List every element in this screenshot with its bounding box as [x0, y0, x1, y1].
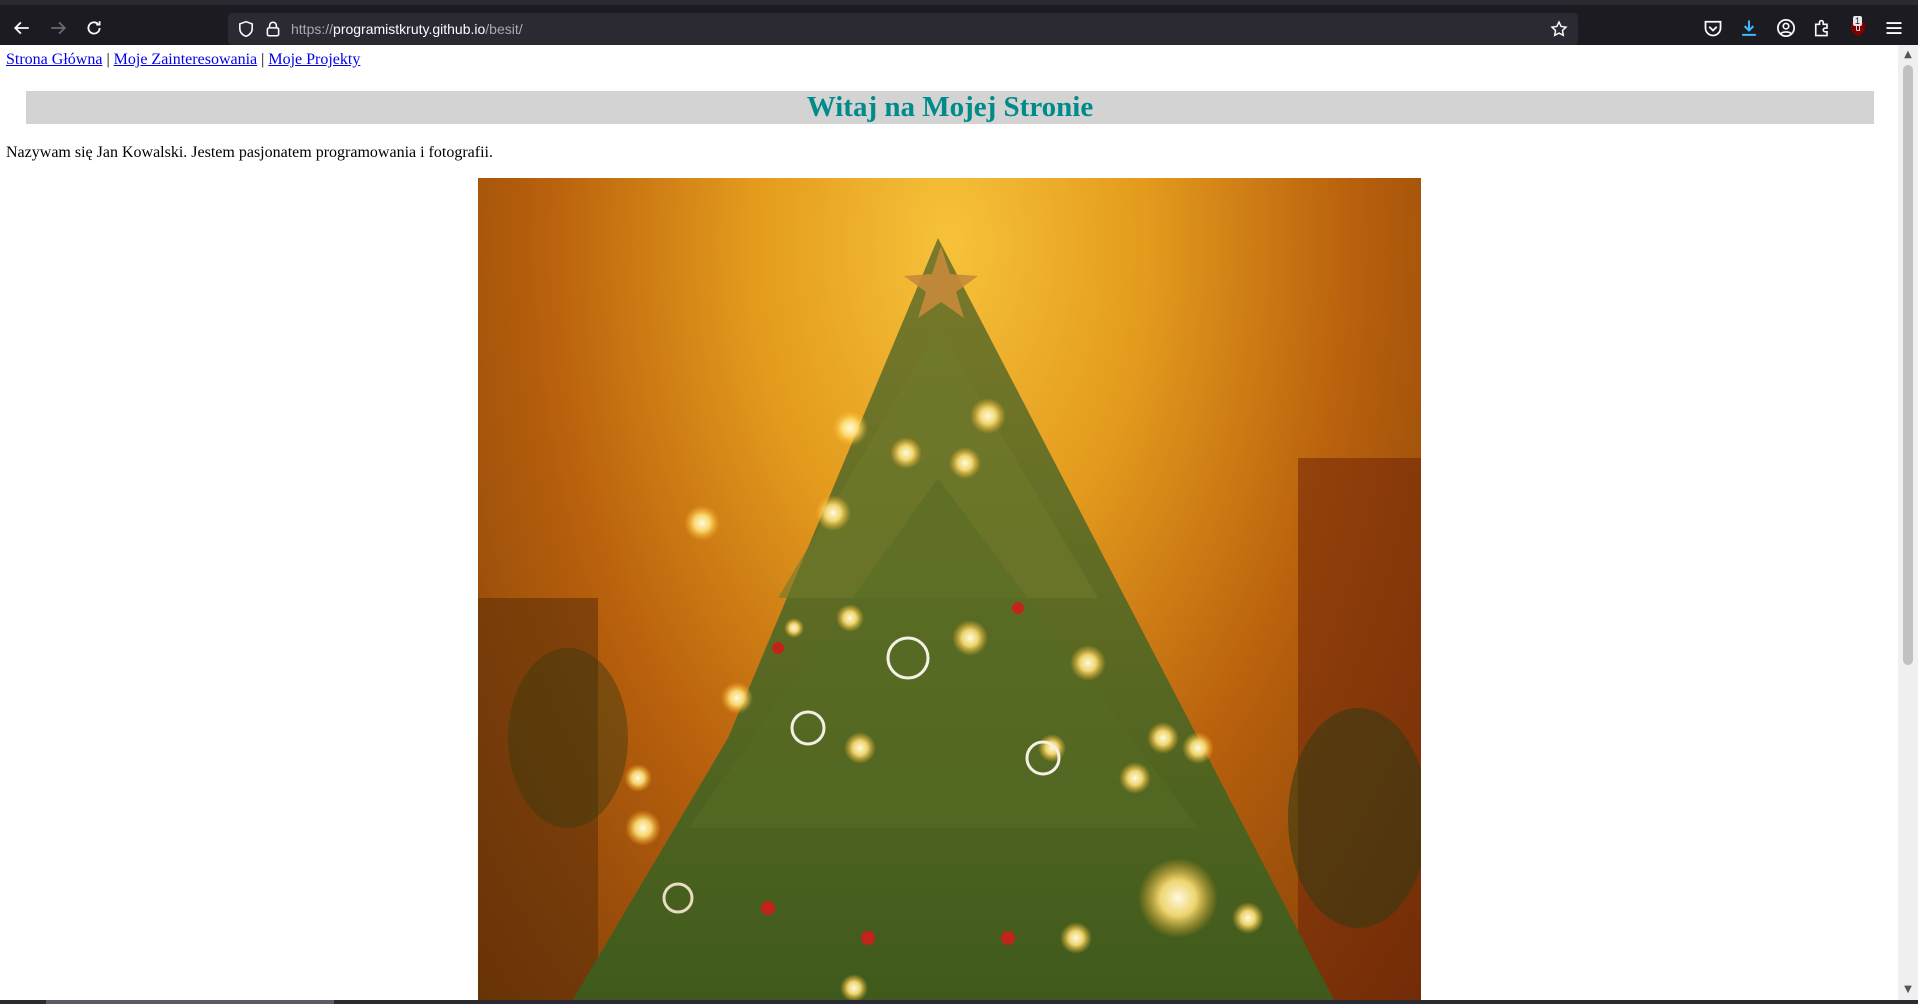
- download-icon: [1742, 20, 1756, 36]
- scroll-up-icon[interactable]: ▲: [1901, 48, 1915, 62]
- browser-toolbar: https://programistkruty.github.io/besit/…: [0, 0, 1918, 45]
- menu-button[interactable]: [1884, 18, 1904, 38]
- page-title: Witaj na Mojej Stronie: [806, 91, 1094, 123]
- scroll-down-icon[interactable]: ▼: [1901, 983, 1915, 997]
- back-arrow-icon: [13, 21, 29, 35]
- extensions-button[interactable]: [1812, 18, 1832, 38]
- forward-arrow-icon: [51, 21, 67, 35]
- hamburger-menu-icon: [1886, 22, 1902, 34]
- pocket-icon: [1704, 20, 1722, 37]
- address-bar[interactable]: https://programistkruty.github.io/besit/: [228, 13, 1578, 45]
- account-icon: [1777, 19, 1795, 37]
- bookmark-star-icon[interactable]: [1550, 20, 1568, 38]
- horizontal-scrollbar[interactable]: [0, 1000, 1918, 1004]
- vertical-scrollbar[interactable]: ▲ ▼: [1898, 45, 1918, 1000]
- horizontal-scrollbar-thumb[interactable]: [46, 1000, 334, 1004]
- nav-link-projects[interactable]: Moje Projekty: [268, 51, 360, 68]
- back-button[interactable]: [8, 14, 36, 42]
- christmas-tree-illustration: [478, 238, 1421, 1000]
- account-button[interactable]: [1776, 18, 1796, 38]
- intro-text: Nazywam się Jan Kowalski. Jestem pasjona…: [6, 144, 493, 161]
- url-scheme: https://: [291, 21, 334, 37]
- christmas-tree-photo: [478, 178, 1421, 1000]
- site-nav: Strona Główna | Moje Zainteresowania | M…: [6, 51, 360, 69]
- lock-icon[interactable]: [264, 20, 282, 38]
- scrollbar-thumb[interactable]: [1903, 65, 1913, 665]
- pocket-button[interactable]: [1703, 18, 1723, 38]
- page-header: Witaj na Mojej Stronie: [26, 91, 1874, 124]
- puzzle-icon: [1814, 19, 1828, 37]
- nav-separator: |: [257, 51, 269, 68]
- nav-link-interests[interactable]: Moje Zainteresowania: [114, 51, 258, 68]
- nav-separator: |: [102, 51, 114, 68]
- reload-icon: [87, 21, 101, 35]
- forward-button[interactable]: [44, 14, 72, 42]
- url-text[interactable]: https://programistkruty.github.io/besit/: [291, 21, 523, 37]
- url-path: /besit/: [485, 21, 523, 37]
- nav-link-home[interactable]: Strona Główna: [6, 51, 102, 68]
- shield-icon[interactable]: [237, 20, 255, 38]
- page-viewport: Strona Główna | Moje Zainteresowania | M…: [0, 45, 1898, 1000]
- extension-badge: 1: [1853, 16, 1863, 26]
- reload-button[interactable]: [80, 14, 108, 42]
- downloads-button[interactable]: [1739, 18, 1759, 38]
- url-host: programistkruty.github.io: [333, 21, 486, 37]
